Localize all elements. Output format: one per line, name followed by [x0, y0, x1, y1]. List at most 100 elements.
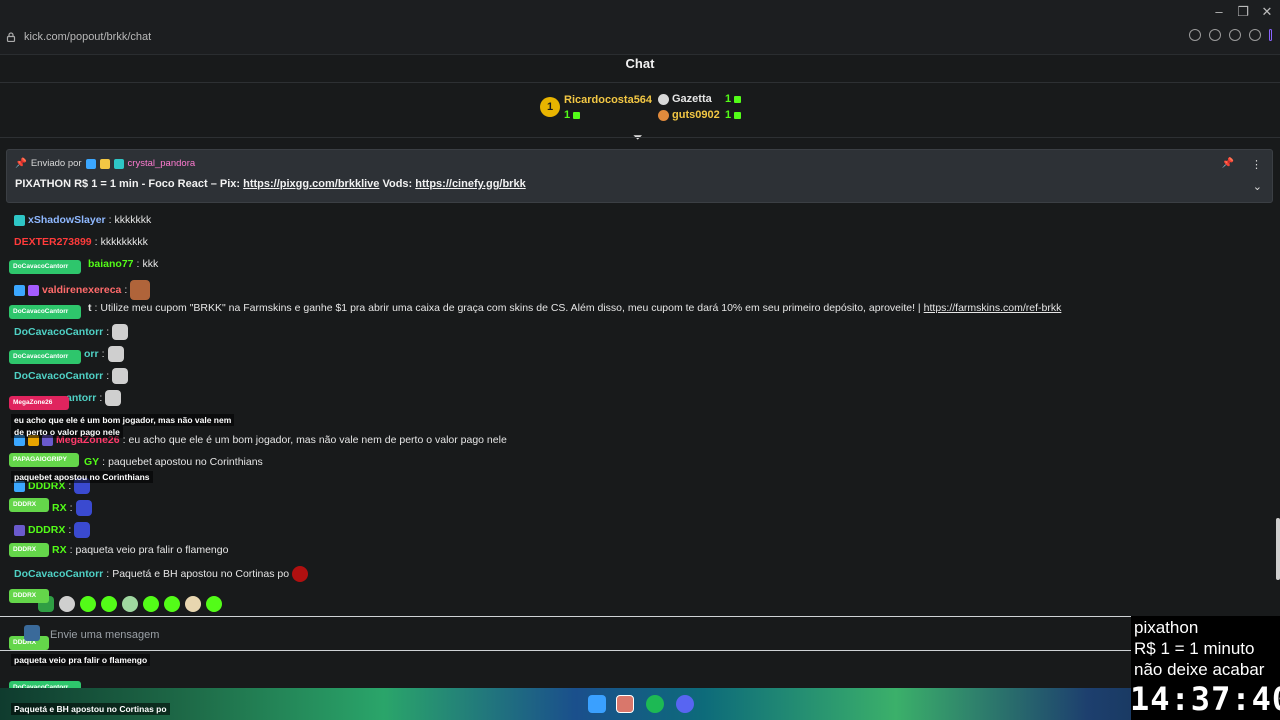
shield-icon[interactable]	[1209, 29, 1221, 41]
message-text: Paquetá e BH apostou no Cortinas po	[112, 568, 290, 580]
emote-icon	[107, 346, 124, 362]
more-options-icon[interactable]: ⋮	[1251, 158, 1262, 171]
emote-icon	[105, 390, 122, 406]
pix-link[interactable]: https://pixgg.com/brkklive	[243, 178, 379, 190]
browser-top-bar	[0, 0, 1280, 55]
emote-icon[interactable]	[80, 596, 96, 612]
message-username[interactable]: orr	[84, 348, 99, 360]
leaderboard-first-name[interactable]: Ricardocosta564	[564, 94, 652, 106]
divider	[0, 82, 1280, 83]
chat-message: antorr:	[66, 390, 122, 406]
discord-icon[interactable]	[676, 695, 694, 713]
minimize-button[interactable]: –	[1212, 4, 1226, 20]
divider	[0, 137, 1280, 138]
second-place-icon	[658, 94, 669, 105]
lock-icon	[6, 32, 16, 42]
pin-icon: 📌	[15, 158, 27, 169]
overlay-user-tag: DDDRX	[9, 589, 49, 603]
leaderboard-third-name[interactable]: guts0902	[672, 109, 720, 121]
chat-message: baiano77: kkk	[88, 258, 159, 270]
emote-picker-icon[interactable]	[24, 625, 40, 641]
chat-message: RX:	[52, 500, 92, 516]
message-username[interactable]: t	[88, 302, 92, 314]
chat-message: t: Utilize meu cupom "BRKK" na Farmskins…	[88, 302, 1062, 314]
gift-icon	[573, 111, 581, 119]
badge-icon	[113, 158, 124, 169]
message-username[interactable]: DEXTER273899	[14, 236, 92, 248]
farmskins-link[interactable]: https://farmskins.com/ref-brkk	[924, 302, 1062, 314]
spotify-icon[interactable]	[646, 695, 664, 713]
taskbar	[0, 688, 1280, 720]
emote-icon	[112, 324, 129, 340]
emote-icon[interactable]	[101, 596, 117, 612]
emote-icon[interactable]	[59, 596, 75, 612]
emote-icon[interactable]	[206, 596, 222, 612]
chat-message: DoCavacoCantorr:	[14, 324, 129, 340]
leaderboard-second-name[interactable]: Gazetta	[672, 93, 712, 105]
pinned-meta: 📌 Enviado por crystal_pandora	[15, 158, 195, 169]
pinned-text: PIXATHON R$ 1 = 1 min - Foco React – Pix…	[15, 178, 526, 190]
message-text: kkk	[142, 258, 159, 270]
message-text: kkkkkkkkk	[100, 236, 148, 248]
message-username[interactable]: GY	[84, 456, 99, 468]
emote-icon	[75, 500, 92, 516]
chat-message: valdirenexereca:	[14, 280, 151, 300]
message-text: paquebet apostou no Corinthians	[108, 456, 263, 468]
crown-badge-icon	[99, 158, 110, 169]
message-username[interactable]: RX	[52, 544, 67, 556]
scrollbar[interactable]	[1276, 518, 1280, 580]
stream-clock: 14:37:40	[1130, 680, 1280, 718]
vods-link[interactable]: https://cinefy.gg/brkk	[415, 178, 525, 190]
chat-message: xShadowSlayer: kkkkkkk	[14, 214, 151, 226]
pinned-user[interactable]: crystal_pandora	[128, 158, 196, 169]
message-username[interactable]: DoCavacoCantorr	[14, 568, 103, 580]
browser-app-icon[interactable]	[616, 695, 634, 713]
vods-label: Vods:	[379, 178, 416, 190]
overlay-line-2: R$ 1 = 1 minuto	[1134, 639, 1255, 658]
emote-icon[interactable]	[185, 596, 201, 612]
emote-icon[interactable]	[143, 596, 159, 612]
sidebar-accent-icon	[1269, 29, 1272, 41]
message-input[interactable]	[48, 624, 752, 646]
overlay-line-1: pixathon	[1134, 618, 1199, 637]
overlay-user-tag: PAPAGAIOGRIPY	[9, 453, 79, 467]
message-username[interactable]: RX	[52, 502, 67, 514]
message-username[interactable]: DoCavacoCantorr	[14, 370, 103, 382]
chevron-down-icon[interactable]: ⌄	[1253, 180, 1262, 193]
message-username[interactable]: baiano77	[88, 258, 134, 270]
gift-leaderboard: 1 Ricardocosta564 1 Gazetta 1 guts0902 1	[538, 92, 758, 124]
message-username[interactable]: antorr	[66, 392, 96, 404]
message-username[interactable]: valdirenexereca	[42, 284, 121, 296]
address-bar-url[interactable]: kick.com/popout/brkk/chat	[24, 31, 151, 43]
third-place-icon	[658, 110, 669, 121]
overlay-user-tag: DDDRX	[9, 543, 49, 557]
overlay-user-tag: DoCavacoCantorr	[9, 305, 81, 319]
browser-toolbar	[1189, 29, 1272, 41]
unpin-icon[interactable]: 📌	[1222, 158, 1234, 169]
message-username[interactable]: DoCavacoCantorr	[14, 326, 103, 338]
badge-icon	[85, 158, 96, 169]
badge-icon	[14, 524, 25, 536]
message-text: eu acho que ele é um bom jogador, mas nã…	[128, 434, 507, 446]
chat-message: orr:	[84, 346, 124, 362]
emote-icon[interactable]	[122, 596, 138, 612]
overlay-text: de perto o valor pago nele	[11, 426, 123, 438]
message-text: paqueta veio pra falir o flamengo	[75, 544, 229, 556]
badge-icon	[14, 214, 25, 226]
close-button[interactable]: ✕	[1260, 4, 1274, 20]
restore-button[interactable]: ❐	[1236, 4, 1250, 20]
message-username[interactable]: DDDRX	[28, 524, 65, 536]
gift-icon	[734, 95, 742, 103]
emote-icon[interactable]	[164, 596, 180, 612]
overlay-user-tag: MegaZone26	[9, 396, 69, 410]
leaderboard-second-count: 1	[725, 93, 742, 105]
overlay-user-tag: DDDRX	[9, 498, 49, 512]
first-place-icon: 1	[540, 97, 560, 117]
zoom-icon[interactable]	[1189, 29, 1201, 41]
count-value: 1	[725, 93, 732, 105]
message-username[interactable]: xShadowSlayer	[28, 214, 106, 226]
download-icon[interactable]	[1249, 29, 1261, 41]
windows-start-icon[interactable]	[588, 695, 606, 713]
input-border	[0, 616, 1265, 617]
send-icon[interactable]	[1229, 29, 1241, 41]
